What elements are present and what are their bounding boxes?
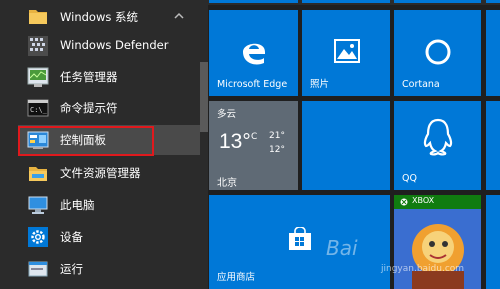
game-art-image: [394, 195, 481, 289]
list-item-control-panel[interactable]: 控制面板: [18, 125, 200, 155]
defender-icon: [28, 36, 48, 56]
cortana-icon: [425, 39, 451, 65]
task-manager-icon: [27, 67, 49, 87]
list-item-label: 运行: [60, 262, 83, 276]
tile-label: 应用商店: [217, 272, 256, 283]
tile-label: Cortana: [402, 79, 440, 90]
tile-label: QQ: [402, 173, 417, 184]
baidu-watermark: Bai: [326, 236, 358, 260]
list-item-file-explorer[interactable]: 文件资源管理器: [0, 158, 200, 188]
tile-store[interactable]: 应用商店: [209, 195, 390, 289]
command-prompt-icon: C:\_: [27, 99, 49, 117]
list-item-label: 命令提示符: [60, 101, 118, 115]
list-item-label: 任务管理器: [60, 70, 118, 84]
list-item-label: Windows Defender: [60, 38, 169, 52]
tile-label: 照片: [310, 79, 330, 90]
xbox-icon: [400, 198, 408, 206]
weather-condition: 多云: [217, 109, 237, 120]
group-label: Windows 系统: [60, 10, 138, 24]
start-app-list: Windows 系统 Windows Defender 任务管理器 C:\_ 命…: [0, 0, 208, 289]
app-list-scrollbar[interactable]: [200, 62, 208, 132]
weather-temperature: 13°: [219, 130, 251, 153]
folder-icon: [29, 10, 47, 24]
tile-weather[interactable]: 多云 13° C 21° 12° 北京: [209, 101, 298, 190]
edge-icon: [243, 43, 265, 65]
tile-partial-top-2[interactable]: [302, 0, 390, 3]
baidu-watermark-url: jingyan.baidu.com: [381, 264, 465, 274]
weather-high: 21°: [269, 131, 285, 141]
weather-unit: C: [251, 132, 258, 142]
list-item-task-manager[interactable]: 任务管理器: [0, 62, 200, 92]
group-windows-system[interactable]: Windows 系统: [0, 2, 200, 32]
xbox-label: XBOX: [412, 196, 435, 205]
this-pc-icon: [28, 196, 48, 214]
tile-partial-edge-2[interactable]: [486, 10, 500, 96]
tile-photos[interactable]: 照片: [302, 10, 390, 96]
weather-low: 12°: [269, 145, 285, 155]
tile-partial-edge-3[interactable]: [486, 101, 500, 190]
list-item-label: 设备: [60, 230, 83, 244]
qq-penguin-icon: [423, 118, 453, 156]
photos-icon: [334, 39, 360, 63]
list-item-settings[interactable]: 设备: [0, 222, 200, 252]
tile-cortana[interactable]: Cortana: [394, 10, 481, 96]
list-item-label: 此电脑: [60, 198, 95, 212]
list-item-windows-defender[interactable]: Windows Defender: [0, 31, 200, 61]
chevron-up-icon[interactable]: [174, 12, 184, 20]
tile-partial-edge-4[interactable]: [486, 195, 500, 289]
control-panel-icon: [27, 131, 49, 149]
list-item-run[interactable]: 运行: [0, 254, 200, 284]
tile-partial-top-1[interactable]: [209, 0, 298, 3]
list-item-label: 控制面板: [60, 133, 106, 147]
tile-blank[interactable]: [302, 101, 390, 190]
file-explorer-icon: [29, 167, 47, 181]
tile-xbox-game[interactable]: [394, 195, 481, 289]
tile-qq[interactable]: QQ: [394, 101, 481, 190]
svg-text:C:\_: C:\_: [30, 106, 48, 114]
tile-partial-top-3[interactable]: [394, 0, 481, 3]
weather-city: 北京: [217, 178, 237, 189]
tile-partial-edge-1[interactable]: [486, 0, 500, 3]
store-bag-icon: [289, 227, 311, 250]
list-item-this-pc[interactable]: 此电脑: [0, 190, 200, 220]
tile-microsoft-edge[interactable]: Microsoft Edge: [209, 10, 298, 96]
run-icon: [28, 261, 48, 277]
list-item-command-prompt[interactable]: C:\_ 命令提示符: [0, 93, 200, 123]
tile-label: Microsoft Edge: [217, 79, 288, 90]
gear-icon: [28, 227, 48, 247]
list-item-label: 文件资源管理器: [60, 166, 141, 180]
